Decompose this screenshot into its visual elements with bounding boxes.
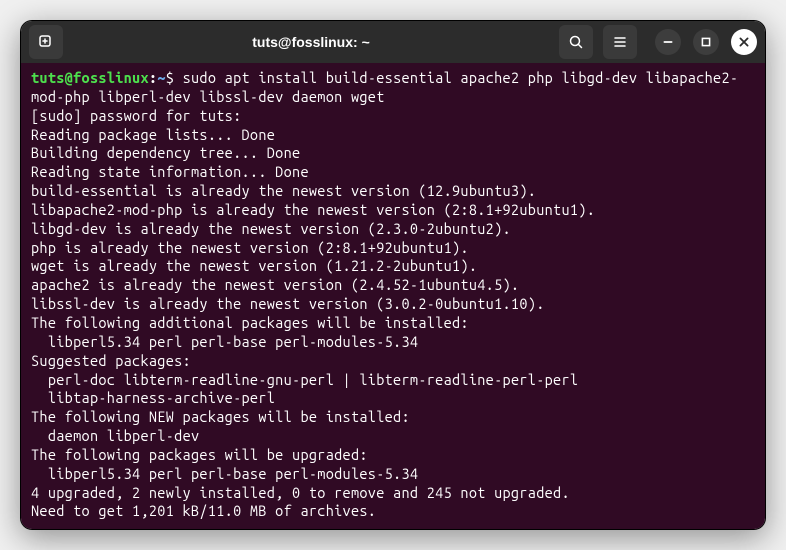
terminal-body[interactable]: tuts@fosslinux:~$ sudo apt install build… [21,63,765,529]
output-line: libgd-dev is already the newest version … [31,220,755,239]
titlebar-right [559,25,757,59]
output-line: Reading state information... Done [31,163,755,182]
prompt-user-host: tuts@fosslinux [31,69,149,86]
output-line: libperl5.34 perl perl-base perl-modules-… [31,465,755,484]
minimize-icon [662,36,674,48]
output-line: 4 upgraded, 2 newly installed, 0 to remo… [31,484,755,503]
output-line: build-essential is already the newest ve… [31,182,755,201]
close-icon [738,36,750,48]
output-line: The following NEW packages will be insta… [31,408,755,427]
output-line: Building dependency tree... Done [31,144,755,163]
new-tab-icon [38,34,54,50]
window-title: tuts@fosslinux: ~ [71,34,551,50]
output-line: Need to get 1,201 kB/11.0 MB of archives… [31,502,755,521]
close-button[interactable] [731,29,757,55]
output-line: The following packages will be upgraded: [31,446,755,465]
output-line: libapache2-mod-php is already the newest… [31,201,755,220]
maximize-icon [700,36,712,48]
output-line: perl-doc libterm-readline-gnu-perl | lib… [31,371,755,390]
window-controls [655,29,757,55]
search-button[interactable] [559,25,593,59]
prompt-path: ~ [157,69,165,86]
output-line: libssl-dev is already the newest version… [31,295,755,314]
output-line: The following additional packages will b… [31,314,755,333]
maximize-button[interactable] [693,29,719,55]
command-line: tuts@fosslinux:~$ sudo apt install build… [31,69,755,107]
new-tab-button[interactable] [29,25,63,59]
titlebar-left [29,25,63,59]
minimize-button[interactable] [655,29,681,55]
output-line: php is already the newest version (2:8.1… [31,239,755,258]
titlebar: tuts@fosslinux: ~ [21,21,765,63]
hamburger-icon [612,34,628,50]
terminal-window: tuts@fosslinux: ~ [20,20,766,530]
search-icon [568,34,584,50]
prompt-dollar: $ [166,69,183,86]
output-line: Reading package lists... Done [31,126,755,145]
output-line: [sudo] password for tuts: [31,107,755,126]
output-line: libtap-harness-archive-perl [31,389,755,408]
output-line: wget is already the newest version (1.21… [31,257,755,276]
output-line: apache2 is already the newest version (2… [31,276,755,295]
output-line: daemon libperl-dev [31,427,755,446]
output-line: Suggested packages: [31,352,755,371]
output-line: libperl5.34 perl perl-base perl-modules-… [31,333,755,352]
menu-button[interactable] [603,25,637,59]
